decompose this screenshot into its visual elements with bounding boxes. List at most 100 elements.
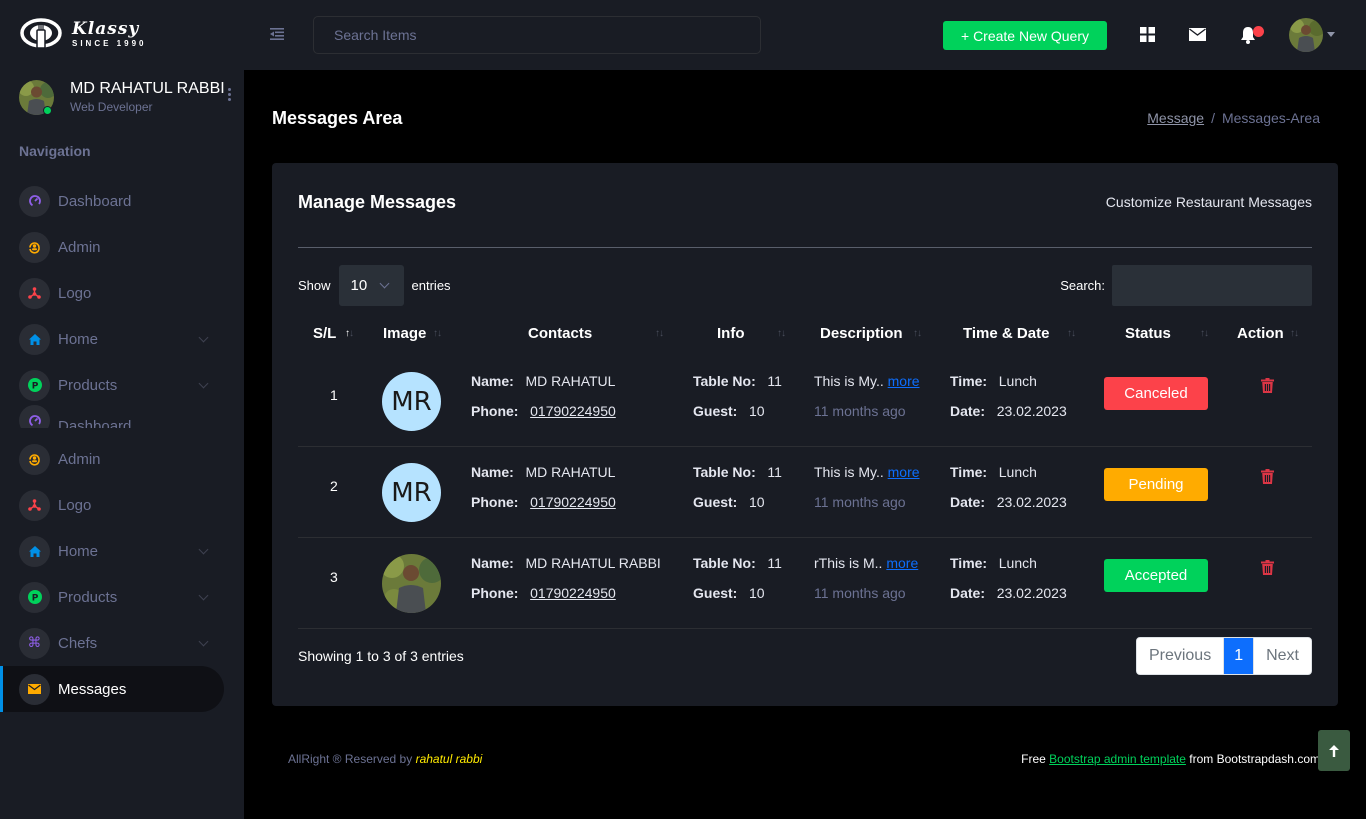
user-avatar-button[interactable] xyxy=(1289,18,1323,52)
pagination: Previous 1 Next xyxy=(1135,637,1312,675)
entries-select[interactable]: 10 xyxy=(338,265,404,306)
brand-since: SINCE 1990 xyxy=(72,38,147,48)
sidebar: MD RAHATUL RABBI Web Developer Navigatio… xyxy=(0,70,244,819)
time-ago: 11 months ago xyxy=(814,403,906,419)
chevron-down-icon xyxy=(198,590,209,600)
sidebar-item-logo[interactable]: Logo xyxy=(0,270,224,316)
sidebar-item-label: Dashboard xyxy=(58,192,132,210)
sort-icon[interactable]: ↑↓ xyxy=(345,328,354,339)
previous-page-button[interactable]: Previous xyxy=(1136,638,1225,674)
column-header-info[interactable]: Info xyxy=(717,325,745,342)
entries-length-control: Show 10 entries xyxy=(298,265,451,306)
brand-logo-link[interactable]: Klassy SINCE 1990 xyxy=(20,18,146,50)
column-header-image[interactable]: Image xyxy=(383,325,426,342)
contact-phone-link[interactable]: 01790224950 xyxy=(530,494,616,510)
column-header-sl[interactable]: S/L xyxy=(313,325,336,342)
sidebar-item-dashboard[interactable]: Dashboard xyxy=(0,398,224,428)
breadcrumb-message-link[interactable]: Message xyxy=(1147,110,1204,126)
user-photo-icon xyxy=(382,554,441,613)
network-icon xyxy=(19,489,50,521)
date-label: Date: xyxy=(950,585,986,601)
sort-icon[interactable]: ↑↓ xyxy=(433,328,442,339)
profile-more-icon[interactable] xyxy=(226,88,232,106)
table-row: 3 Name: MD RAHATUL RABBI Phone: 0179022495… xyxy=(298,538,1312,629)
sidebar-item-products[interactable]: P Products xyxy=(0,574,224,620)
name-label: Name: xyxy=(471,373,514,389)
table-no-label: Table No: xyxy=(693,464,756,480)
profile-role: Web Developer xyxy=(70,100,153,114)
home-icon xyxy=(19,323,50,355)
table-no-label: Table No: xyxy=(693,373,756,389)
sort-icon[interactable]: ↑↓ xyxy=(1290,328,1299,339)
sidebar-item-messages[interactable]: Messages xyxy=(0,666,224,712)
sidebar-item-home[interactable]: Home xyxy=(0,316,224,362)
sidebar-item-dashboard[interactable]: Dashboard xyxy=(0,178,224,224)
sidebar-item-home[interactable]: Home xyxy=(0,528,224,574)
brand-name: Klassy xyxy=(72,18,140,39)
card-subtitle: Customize Restaurant Messages xyxy=(1105,194,1312,210)
trash-icon[interactable] xyxy=(1261,560,1274,575)
avatar: MR xyxy=(382,372,441,431)
search-items-input[interactable] xyxy=(313,16,761,54)
description-text: This is My.. xyxy=(814,373,884,389)
manage-messages-card: Manage Messages Customize Restaurant Mes… xyxy=(272,163,1338,706)
notification-badge xyxy=(1253,26,1264,37)
admin-icon xyxy=(19,443,50,475)
status-canceled-button[interactable]: Canceled xyxy=(1104,377,1208,410)
caret-down-icon[interactable] xyxy=(1327,32,1335,37)
time-ago: 11 months ago xyxy=(814,585,906,601)
status-pending-button[interactable]: Pending xyxy=(1104,468,1208,501)
guest-label: Guest: xyxy=(693,494,738,510)
sidebar-item-label: Home xyxy=(58,542,99,560)
chevron-down-icon xyxy=(198,378,209,388)
date-value: 23.02.2023 xyxy=(996,585,1067,601)
entries-label: entries xyxy=(411,278,451,293)
contact-phone-link[interactable]: 01790224950 xyxy=(530,403,616,419)
bootstrap-template-link[interactable]: Bootstrap admin template xyxy=(1049,752,1186,766)
entries-select-value: 10 xyxy=(350,277,368,294)
column-header-contacts[interactable]: Contacts xyxy=(528,325,592,342)
column-header-description[interactable]: Description xyxy=(820,325,903,342)
guest-value: 10 xyxy=(749,403,765,419)
time-ago: 11 months ago xyxy=(814,494,906,510)
sort-icon[interactable]: ↑↓ xyxy=(913,328,922,339)
more-link[interactable]: more xyxy=(886,555,918,571)
sort-icon[interactable]: ↑↓ xyxy=(777,328,786,339)
sidebar-item-label: Admin xyxy=(58,450,101,468)
contact-phone-link[interactable]: 01790224950 xyxy=(530,585,616,601)
sidebar-item-admin[interactable]: Admin xyxy=(0,436,224,482)
navigation-heading: Navigation xyxy=(19,143,91,159)
sort-icon[interactable]: ↑↓ xyxy=(1067,328,1076,339)
home-icon xyxy=(19,535,50,567)
column-header-status[interactable]: Status xyxy=(1125,325,1171,342)
sidebar-item-chefs[interactable]: ⌘ Chefs xyxy=(0,620,224,666)
sort-icon[interactable]: ↑↓ xyxy=(655,328,664,339)
trash-icon[interactable] xyxy=(1261,469,1274,484)
column-header-time-date[interactable]: Time & Date xyxy=(963,325,1049,342)
trash-icon[interactable] xyxy=(1261,378,1274,393)
phone-label: Phone: xyxy=(471,403,519,419)
more-link[interactable]: more xyxy=(888,373,920,389)
table-search-input[interactable] xyxy=(1112,265,1312,306)
create-new-query-button[interactable]: + Create New Query xyxy=(943,21,1107,50)
column-header-action[interactable]: Action xyxy=(1237,325,1284,342)
grid-icon[interactable] xyxy=(1140,27,1155,42)
footer-credit: Free Bootstrap admin template from Boots… xyxy=(1021,752,1320,766)
scroll-to-top-button[interactable] xyxy=(1318,730,1350,771)
sidebar-item-logo[interactable]: Logo xyxy=(0,482,224,528)
chevron-down-icon xyxy=(198,636,209,646)
next-page-button[interactable]: Next xyxy=(1253,638,1311,674)
svg-text:P: P xyxy=(31,382,38,392)
sidebar-item-admin[interactable]: Admin xyxy=(0,224,224,270)
contact-name: MD RAHATUL xyxy=(525,464,616,480)
speedometer-icon xyxy=(19,405,50,428)
mail-icon[interactable] xyxy=(1189,28,1206,41)
time-label: Time: xyxy=(950,373,988,389)
sort-icon[interactable]: ↑↓ xyxy=(1200,328,1209,339)
page-1-button[interactable]: 1 xyxy=(1224,638,1254,674)
name-label: Name: xyxy=(471,555,514,571)
status-accepted-button[interactable]: Accepted xyxy=(1104,559,1208,592)
table-info: Showing 1 to 3 of 3 entries xyxy=(298,648,464,664)
menu-toggle-icon[interactable] xyxy=(270,27,284,41)
more-link[interactable]: more xyxy=(888,464,920,480)
